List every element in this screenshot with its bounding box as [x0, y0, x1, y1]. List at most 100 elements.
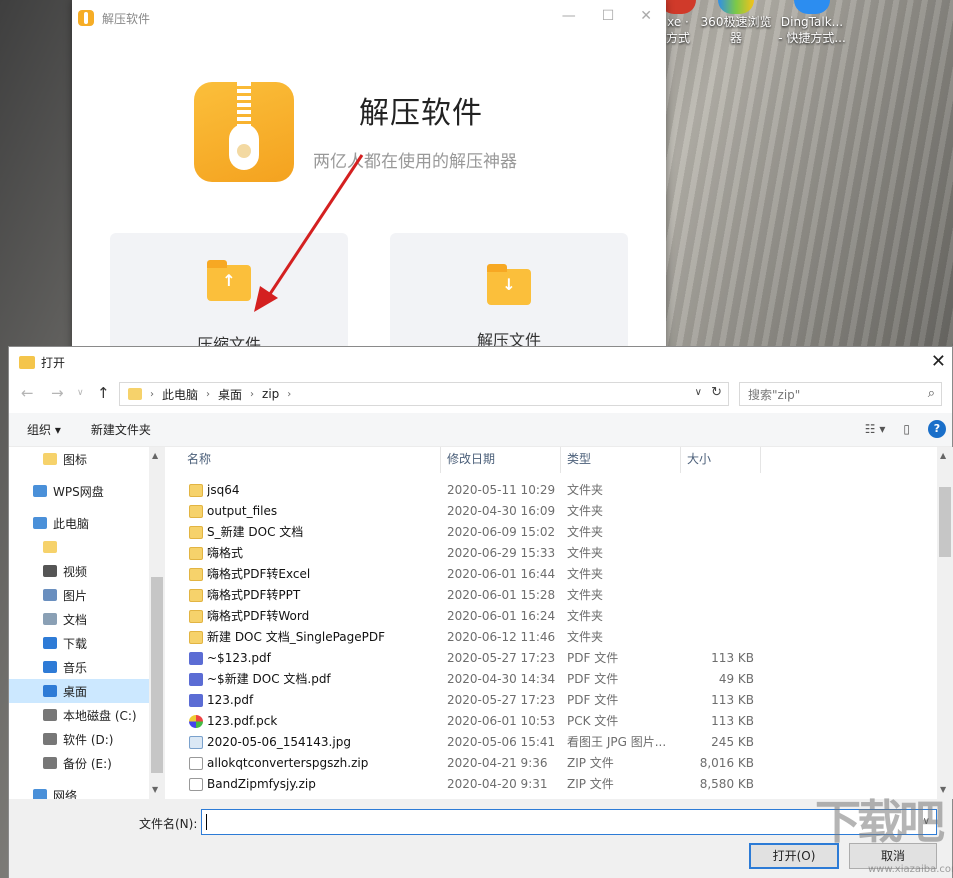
sidebar-item[interactable]: 此电脑 — [9, 511, 149, 535]
file-type: 文件夹 — [567, 588, 604, 602]
table-row[interactable]: 嗨格式 2020-06-29 15:33 文件夹 — [165, 543, 937, 564]
sidebar-item-label: 图标 — [63, 452, 88, 467]
breadcrumb-desktop[interactable]: 桌面 — [218, 386, 242, 403]
file-name: BandZipmfysjy.zip — [207, 777, 316, 791]
sidebar-item[interactable]: 视频 — [9, 559, 149, 583]
folder-icon — [43, 453, 57, 465]
sidebar-item[interactable]: 网络 — [9, 783, 149, 799]
file-date: 2020-04-30 16:09 — [447, 504, 556, 518]
folder-icon — [128, 388, 142, 400]
organize-button[interactable]: 组织 ▾ — [27, 421, 61, 438]
table-row[interactable]: 123.pdf 2020-05-27 17:23 PDF 文件 113 KB — [165, 690, 937, 711]
table-row[interactable]: allokqtconverterspgszh.zip 2020-04-21 9:3… — [165, 753, 937, 774]
nav-scroll-thumb[interactable] — [151, 577, 163, 773]
file-date: 2020-04-30 14:34 — [447, 672, 556, 686]
folder-upload-icon: ↑ — [207, 260, 251, 301]
file-date: 2020-05-11 10:29 — [447, 483, 556, 497]
chevron-right-icon: › — [150, 388, 154, 400]
desktop-icon[interactable]: 360极速浏览 器 — [698, 0, 774, 46]
table-row[interactable]: S_新建 DOC 文档 2020-06-09 15:02 文件夹 — [165, 522, 937, 543]
sidebar-item-label: 备份 (E:) — [63, 756, 112, 771]
table-row[interactable]: ~$新建 DOC 文档.pdf 2020-04-30 14:34 PDF 文件 49 … — [165, 669, 937, 690]
breadcrumb-this-pc[interactable]: 此电脑 — [162, 386, 198, 403]
sidebar-item[interactable]: 图标 — [9, 447, 149, 471]
sidebar-item[interactable]: 音乐 — [9, 655, 149, 679]
scroll-down-icon[interactable]: ▼ — [152, 785, 158, 794]
table-row[interactable]: output_files 2020-04-30 16:09 文件夹 — [165, 501, 937, 522]
table-row[interactable]: jsq64 2020-05-11 10:29 文件夹 — [165, 480, 937, 501]
sidebar-item[interactable] — [9, 535, 149, 559]
file-type: ZIP 文件 — [567, 777, 614, 791]
file-date: 2020-06-01 15:28 — [447, 588, 556, 602]
chevron-down-icon[interactable]: ∨ — [695, 387, 702, 398]
file-date: 2020-05-27 17:23 — [447, 693, 556, 707]
close-icon[interactable]: ✕ — [640, 8, 652, 24]
sidebar-item-label: 视频 — [63, 564, 88, 579]
file-list-scroll-thumb[interactable] — [939, 487, 951, 557]
nav-scrollbar[interactable]: ▲ ▼ — [149, 447, 165, 799]
zip-file-icon — [189, 778, 203, 791]
file-name: 新建 DOC 文档_SinglePagePDF — [207, 630, 386, 644]
refresh-icon[interactable]: ↻ — [711, 385, 722, 400]
scroll-up-icon[interactable]: ▲ — [940, 451, 946, 460]
sidebar-item[interactable]: 下载 — [9, 631, 149, 655]
desktop-icon[interactable]: DingTalk... - 快捷方式... — [774, 0, 850, 46]
table-row[interactable]: 嗨格式PDF转PPT 2020-06-01 15:28 文件夹 — [165, 585, 937, 606]
new-folder-button[interactable]: 新建文件夹 — [91, 421, 151, 438]
close-icon[interactable]: ✕ — [931, 351, 946, 372]
sidebar-item[interactable]: WPS网盘 — [9, 479, 149, 503]
jpg-file-icon — [189, 736, 203, 749]
dialog-toolbar: 组织 ▾ 新建文件夹 ☷ ▾ ▯ ? — [9, 413, 952, 447]
maximize-icon[interactable]: ☐ — [602, 8, 615, 24]
column-type[interactable]: 类型 — [561, 447, 681, 473]
sidebar-item[interactable]: 图片 — [9, 583, 149, 607]
table-row[interactable]: ~$123.pdf 2020-05-27 17:23 PDF 文件 113 KB — [165, 648, 937, 669]
column-header: 名称 修改日期 类型 大小 ^ — [165, 447, 937, 473]
folder-file-icon — [189, 568, 203, 581]
scroll-up-icon[interactable]: ▲ — [152, 451, 158, 460]
view-options-icon[interactable]: ☷ ▾ — [865, 422, 886, 436]
app-name: 解压软件 — [359, 96, 483, 131]
toolbar-right: ☷ ▾ ▯ ? — [865, 420, 946, 438]
pdf-file-icon — [189, 694, 203, 707]
sidebar-item[interactable]: 文档 — [9, 607, 149, 631]
file-size: 113 KB — [711, 651, 754, 665]
drive-icon — [43, 709, 57, 721]
file-type: 文件夹 — [567, 504, 604, 518]
table-row[interactable]: 新建 DOC 文档_SinglePagePDF 2020-06-12 11:46 文… — [165, 627, 937, 648]
folder-icon — [43, 541, 57, 553]
annotation-arrow — [254, 154, 364, 312]
recent-dropdown-icon[interactable]: ∨ — [77, 388, 84, 398]
search-input[interactable]: 搜索"zip" ⌕ — [739, 382, 942, 406]
cloud-icon — [33, 485, 47, 497]
forward-icon[interactable]: → — [51, 384, 64, 402]
sidebar-item-label: 本地磁盘 (C:) — [63, 708, 137, 723]
sidebar-item[interactable]: 备份 (E:) — [9, 751, 149, 775]
file-size: 113 KB — [711, 693, 754, 707]
up-icon[interactable]: ↑ — [97, 384, 110, 402]
file-list-scrollbar[interactable]: ▲ ▼ — [937, 447, 953, 799]
table-row[interactable]: 123.pdf.pck 2020-06-01 10:53 PCK 文件 113 KB — [165, 711, 937, 732]
table-row[interactable]: 嗨格式PDF转Word 2020-06-01 16:24 文件夹 — [165, 606, 937, 627]
folder-file-icon — [189, 526, 203, 539]
table-row[interactable]: 嗨格式PDF转Excel 2020-06-01 16:44 文件夹 — [165, 564, 937, 585]
help-icon[interactable]: ? — [928, 420, 946, 438]
sidebar-item[interactable]: 软件 (D:) — [9, 727, 149, 751]
filename-label: 文件名(N): — [139, 817, 198, 831]
column-size[interactable]: 大小 — [681, 447, 761, 473]
minimize-icon[interactable]: — — [562, 8, 576, 24]
preview-pane-icon[interactable]: ▯ — [903, 422, 910, 436]
table-row[interactable]: 2020-05-06_154143.jpg 2020-05-06 15:41 看图王… — [165, 732, 937, 753]
column-date[interactable]: 修改日期 — [441, 447, 561, 473]
file-name: 嗨格式 — [207, 546, 244, 560]
extract-card[interactable]: ↓ 解压文件 — [390, 233, 628, 360]
back-icon[interactable]: ← — [21, 384, 34, 402]
address-bar[interactable]: › 此电脑 › 桌面 › zip › ∨ ↻ — [119, 382, 729, 406]
folder-icon — [19, 355, 35, 369]
file-name: ~$新建 DOC 文档.pdf — [207, 672, 331, 686]
file-date: 2020-06-01 10:53 — [447, 714, 556, 728]
breadcrumb-zip[interactable]: zip — [262, 387, 279, 401]
sidebar-item[interactable]: 本地磁盘 (C:) — [9, 703, 149, 727]
file-date: 2020-06-01 16:44 — [447, 567, 556, 581]
sidebar-item[interactable]: 桌面 — [9, 679, 149, 703]
